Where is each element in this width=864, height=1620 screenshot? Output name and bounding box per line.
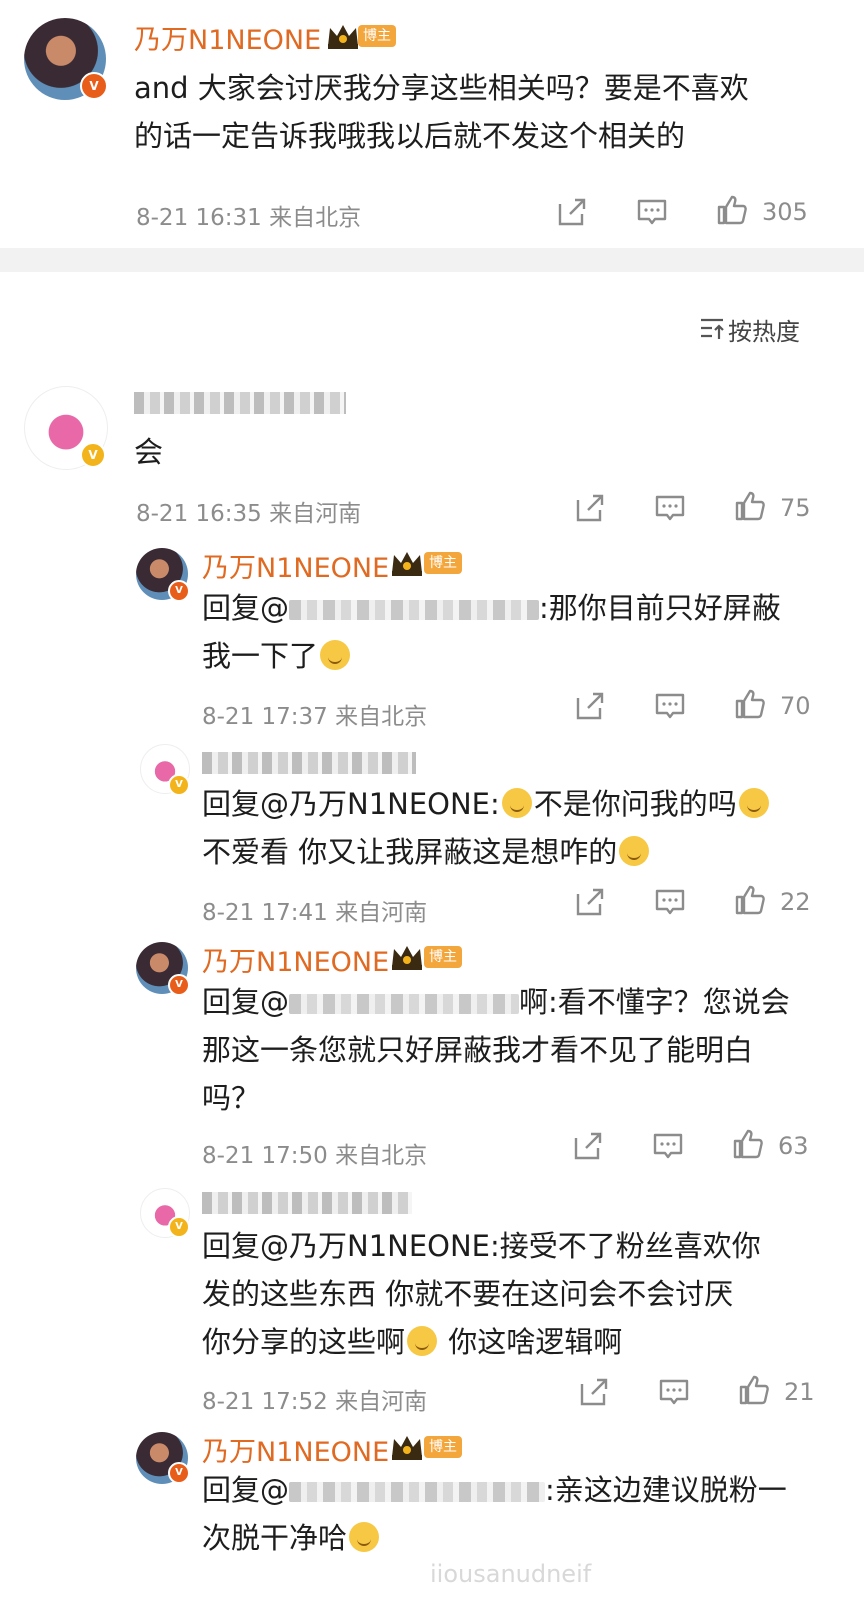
- reply-text: 你分享的这些啊: [202, 1325, 406, 1359]
- reply-meta: 8-21 17:52 来自河南: [202, 1389, 428, 1415]
- crown-icon: [326, 22, 360, 50]
- reply-mention[interactable]: 回复@乃万N1NEONE:: [202, 787, 500, 821]
- post-text-line-2: 的话一定告诉我哦我以后就不发这个相关的: [134, 119, 686, 153]
- like-count: 21: [784, 1378, 815, 1406]
- post-text-line-1: and 大家会讨厌我分享这些相关吗？要是不喜欢: [134, 71, 749, 105]
- author-tag: 博主: [424, 552, 462, 574]
- like-icon[interactable]: [738, 1374, 770, 1406]
- reply-meta: 8-21 17:41 来自河南: [202, 900, 428, 926]
- blurred-mention[interactable]: [289, 994, 520, 1014]
- section-divider: [0, 248, 864, 272]
- verified-badge-icon: V: [168, 1216, 190, 1238]
- crown-icon: [390, 1433, 424, 1461]
- reply-prefix: 回复@: [202, 1473, 290, 1507]
- reply-text-line-3: 你分享的这些啊 你这啥逻辑啊: [202, 1318, 622, 1366]
- blurred-mention[interactable]: [289, 1482, 546, 1502]
- reply-text-line-1: 回复@乃万N1NEONE:接受不了粉丝喜欢你: [202, 1229, 761, 1263]
- like-count: 75: [780, 494, 811, 522]
- reply-text-line-3: 吗？: [202, 1081, 261, 1115]
- verified-badge-icon: V: [80, 72, 108, 100]
- comment-meta: 8-21 16:35 来自河南: [136, 501, 362, 527]
- share-icon[interactable]: [572, 1130, 604, 1162]
- reply-text-line-1: 回复@ :亲这边建议脱粉一: [202, 1466, 787, 1514]
- like-icon[interactable]: [734, 688, 766, 720]
- blurred-username[interactable]: [202, 752, 416, 774]
- reply-text: 次脱干净哈: [202, 1521, 348, 1555]
- sort-icon[interactable]: [698, 314, 726, 342]
- verified-badge-icon: V: [168, 974, 190, 996]
- blush-emoji-icon: [349, 1522, 380, 1552]
- reply-text-line-2: 我一下了: [202, 632, 352, 680]
- comment-icon[interactable]: [658, 1376, 690, 1408]
- reply-text: 你这啥逻辑啊: [439, 1325, 623, 1359]
- reply-text: :亲这边建议脱粉一: [545, 1473, 787, 1507]
- reply-text-line-1: 回复@ 啊:看不懂字？您说会: [202, 978, 790, 1026]
- comment-icon[interactable]: [654, 690, 686, 722]
- like-count: 63: [778, 1132, 809, 1160]
- author-tag: 博主: [424, 946, 462, 968]
- crown-icon: [390, 549, 424, 577]
- reply-text-line-2: 那这一条您就只好屏蔽我才看不见了能明白: [202, 1033, 754, 1067]
- share-icon[interactable]: [574, 886, 606, 918]
- smile-emoji-icon: [619, 836, 650, 866]
- like-icon[interactable]: [716, 194, 748, 226]
- share-icon[interactable]: [574, 690, 606, 722]
- smile-emoji-icon: [407, 1326, 438, 1356]
- reply-text-line-1: 回复@ :那你目前只好屏蔽: [202, 584, 781, 632]
- comment-text: 会: [134, 435, 164, 469]
- author-tag: 博主: [424, 1436, 462, 1458]
- reply-prefix: 回复@: [202, 985, 290, 1019]
- share-icon[interactable]: [556, 196, 588, 228]
- verified-badge-icon: V: [80, 442, 106, 468]
- comment-icon[interactable]: [654, 886, 686, 918]
- crown-icon: [390, 943, 424, 971]
- reply-meta: 8-21 17:50 来自北京: [202, 1143, 428, 1169]
- like-count: 70: [780, 692, 811, 720]
- reply-text: 不爱看 你又让我屏蔽这是想咋的: [202, 835, 618, 869]
- like-icon[interactable]: [734, 490, 766, 522]
- reply-text: 我一下了: [202, 639, 319, 673]
- verified-badge-icon: V: [168, 1462, 190, 1484]
- smile-emoji-icon: [738, 788, 769, 818]
- verified-badge-icon: V: [168, 580, 190, 602]
- reply-text-line-2: 发的这些东西 你就不要在这问会不会讨厌: [202, 1277, 734, 1311]
- reply-text-line-2: 不爱看 你又让我屏蔽这是想咋的: [202, 828, 651, 876]
- author-tag: 博主: [358, 25, 396, 47]
- post-meta: 8-21 16:31 来自北京: [136, 205, 362, 231]
- reply-author-name[interactable]: 乃万N1NEONE: [202, 940, 389, 979]
- reply-prefix: 回复@: [202, 591, 290, 625]
- reply-text: :那你目前只好屏蔽: [539, 591, 781, 625]
- sort-label[interactable]: 按热度: [728, 312, 800, 347]
- blush-emoji-icon: [320, 640, 351, 670]
- blurred-mention[interactable]: [289, 600, 540, 620]
- reply-text-line-2: 次脱干净哈: [202, 1514, 381, 1562]
- reply-author-name[interactable]: 乃万N1NEONE: [202, 1430, 389, 1469]
- comment-icon[interactable]: [636, 196, 668, 228]
- verified-badge-icon: V: [168, 774, 190, 796]
- share-icon[interactable]: [578, 1376, 610, 1408]
- reply-text: 啊:看不懂字？您说会: [519, 985, 790, 1019]
- reply-text-line-1: 回复@乃万N1NEONE: 不是你问我的吗: [202, 780, 771, 828]
- reply-author-name[interactable]: 乃万N1NEONE: [202, 546, 389, 585]
- post-author-name[interactable]: 乃万N1NEONE: [134, 18, 321, 57]
- like-count: 22: [780, 888, 811, 916]
- like-icon[interactable]: [734, 884, 766, 916]
- blurred-username[interactable]: [202, 1192, 412, 1214]
- reply-meta: 8-21 17:37 来自北京: [202, 704, 428, 730]
- share-icon[interactable]: [574, 492, 606, 524]
- comment-icon[interactable]: [654, 492, 686, 524]
- like-icon[interactable]: [732, 1128, 764, 1160]
- smile-emoji-icon: [501, 788, 532, 818]
- like-count: 305: [762, 198, 808, 226]
- comment-icon[interactable]: [652, 1130, 684, 1162]
- reply-text: 不是你问我的吗: [533, 787, 737, 821]
- watermark: iiousanudneif: [430, 1560, 592, 1588]
- blurred-username[interactable]: [134, 392, 346, 414]
